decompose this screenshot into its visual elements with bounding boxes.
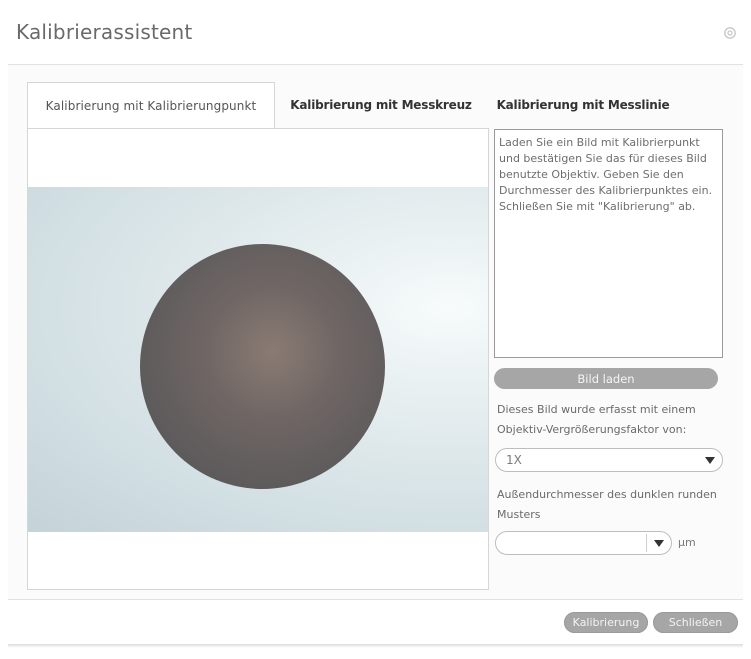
magnification-select[interactable]: 1X bbox=[495, 448, 723, 472]
gear-icon bbox=[724, 27, 736, 39]
tab-label: Kalibrierung mit Kalibrierungpunkt bbox=[45, 99, 257, 113]
magnification-label: Dieses Bild wurde erfasst mit einem Obje… bbox=[497, 403, 696, 436]
close-dialog-button[interactable]: Schließen bbox=[653, 612, 738, 633]
diameter-input[interactable] bbox=[495, 531, 672, 555]
tab-calibration-crosshair[interactable]: Kalibrierung mit Messkreuz bbox=[286, 82, 476, 128]
close-button[interactable] bbox=[719, 22, 741, 44]
tab-label: Kalibrierung mit Messlinie bbox=[496, 98, 670, 112]
header-divider bbox=[8, 64, 743, 65]
dialog-title: Kalibrierassistent bbox=[16, 20, 193, 44]
chevron-down-icon[interactable] bbox=[649, 532, 669, 554]
calibration-image bbox=[28, 187, 488, 532]
footer-divider bbox=[8, 599, 743, 600]
load-image-button[interactable]: Bild laden bbox=[494, 368, 718, 389]
calibration-dot bbox=[140, 244, 385, 489]
tab-calibration-line[interactable]: Kalibrierung mit Messlinie bbox=[488, 82, 678, 128]
dialog-shadow bbox=[8, 644, 743, 648]
image-preview-panel bbox=[27, 128, 489, 590]
chevron-down-icon bbox=[700, 449, 720, 471]
tab-label: Kalibrierung mit Messkreuz bbox=[290, 98, 472, 112]
magnification-value: 1X bbox=[506, 453, 522, 467]
diameter-unit: μm bbox=[678, 536, 696, 549]
calibrate-button[interactable]: Kalibrierung bbox=[564, 612, 648, 633]
calibration-dialog: Kalibrierassistent Kalibrierung mit Kali… bbox=[0, 0, 751, 659]
instructions-text: Laden Sie ein Bild mit Kalibrierpunkt un… bbox=[494, 129, 723, 358]
diameter-label: Außendurchmesser des dunklen runden Must… bbox=[497, 488, 717, 521]
input-divider bbox=[646, 534, 647, 552]
tab-calibration-point[interactable]: Kalibrierung mit Kalibrierungpunkt bbox=[27, 82, 275, 129]
